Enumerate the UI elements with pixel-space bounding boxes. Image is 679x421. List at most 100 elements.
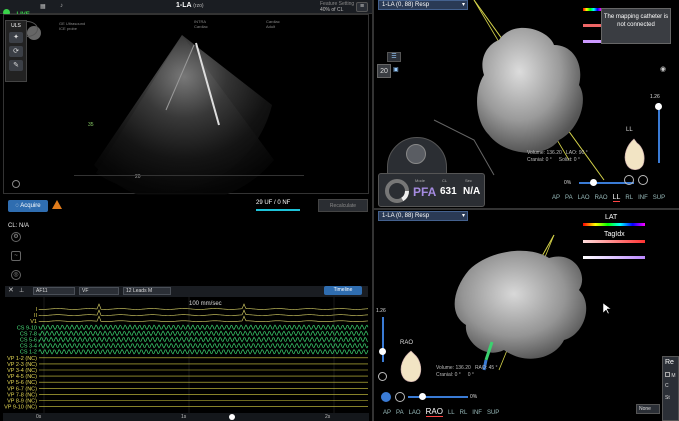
checkbox-icon[interactable] (665, 372, 670, 377)
ecg-panel[interactable]: I II V1 CS 9-10 CS 7-8 CS 5-6 CS 3-4 CS 1-2 VP 1… (3, 297, 369, 413)
reset-icon-top[interactable] (638, 175, 648, 185)
results-m-row[interactable]: M (663, 372, 678, 379)
opacity-slider-thumb[interactable] (590, 179, 597, 186)
solist-value: 0 ° (573, 157, 580, 163)
view-btn-ap-bottom[interactable]: AP (383, 410, 391, 416)
ecg-trace (38, 324, 369, 331)
layers-icon[interactable]: ☰ (387, 52, 401, 62)
zoom-slider-thumb[interactable] (655, 103, 662, 110)
ultrasound-panel[interactable]: GE Ultrasound ICE probe INTRA Cardiac Card… (3, 14, 369, 195)
view-btn-inf-bottom[interactable]: INF (472, 410, 482, 416)
wave-icon[interactable]: ~ (11, 251, 21, 261)
ecg-trace (38, 336, 369, 343)
none-select[interactable]: None (636, 404, 660, 414)
pfa-cl-value: 631 (440, 186, 457, 197)
map-bottom-header[interactable]: 1-LA (0, 88) Resp ▾ (378, 211, 468, 221)
view-btn-ap[interactable]: AP (552, 195, 560, 201)
opacity-pct: 0% (564, 180, 572, 186)
ecg-select-2[interactable]: VF (79, 287, 119, 295)
map-top-stats: Volume: 136.20 LAO: 90 ° Cranial: 0 ° So… (527, 150, 588, 164)
heart-orientation-icon[interactable] (621, 137, 647, 175)
none-select-value: None (639, 406, 651, 412)
ecg-lead-label: VP 7-8 (NC) (7, 392, 37, 398)
opacity-slider-bottom[interactable] (408, 396, 468, 398)
image-info: INTRA Cardiac (194, 19, 208, 29)
time-tick-1: 1s (181, 414, 187, 420)
rotate-icon[interactable]: ⟳ (9, 46, 23, 57)
volume-label-bottom: Volume: (436, 365, 455, 371)
play-icon-bottom[interactable] (381, 392, 391, 402)
ecg-lead-label: VP 2-3 (NC) (7, 362, 37, 368)
zoom-label: 1.26 (650, 94, 660, 100)
tools-icon[interactable]: ✕ (8, 287, 14, 295)
wrench-icon[interactable]: ⊥ (19, 287, 24, 295)
solist-value-bottom: 0 ° (467, 372, 474, 378)
acquire-label: Acquire (20, 203, 41, 209)
window-title: 1-LA (rzo) (176, 2, 204, 9)
timeline-button[interactable]: Timeline (324, 286, 362, 295)
view-btn-lao-bottom[interactable]: LAO (409, 410, 421, 416)
view-btn-rl-bottom[interactable]: RL (460, 410, 468, 416)
zoom-label-bottom: 1.26 (376, 308, 386, 314)
probe-info: GE Ultrasound ICE probe (59, 21, 86, 31)
time-tick-0: 0s (36, 414, 42, 420)
zoom-value-box[interactable]: 20 (377, 64, 391, 78)
lat-colorbar (583, 223, 645, 226)
lat-colorbar-top (583, 8, 601, 11)
map-top-header[interactable]: 1-LA (0, 88) Resp ▾ (378, 0, 468, 10)
view-btn-pa-bottom[interactable]: PA (396, 410, 404, 416)
grid-icon[interactable]: ▦ (40, 3, 46, 10)
warning-icon[interactable] (52, 200, 62, 209)
move-icon[interactable]: ✦ (9, 32, 23, 43)
lat-legend-label: LAT (605, 214, 618, 221)
rao-value: 45 ° (488, 365, 498, 371)
catheter-icon[interactable] (406, 144, 426, 164)
settings-icon[interactable]: ⚙ (11, 232, 21, 242)
rotate-icon-bottom[interactable] (378, 372, 387, 381)
zoom-slider-bottom[interactable] (382, 317, 384, 362)
rotate-icon-top[interactable] (624, 175, 634, 185)
ecg-select-1[interactable]: AF11 (33, 287, 75, 295)
view-btn-ll-bottom[interactable]: LL (448, 410, 455, 416)
zoom-slider[interactable] (658, 103, 660, 163)
feature-info: Feature Setting 40% of CL (320, 1, 355, 13)
eye-icon[interactable] (12, 180, 20, 188)
hamburger-icon[interactable]: ≡ (356, 2, 368, 12)
view-btn-lao[interactable]: LAO (578, 195, 590, 201)
us-label: ULS (11, 23, 21, 29)
recalculate-button[interactable]: Recalculate (318, 199, 368, 212)
pen-icon[interactable]: ✎ (9, 60, 23, 71)
eye-icon-map[interactable]: ◉ (660, 65, 666, 73)
ecg-trace (38, 342, 369, 349)
cranial-label: Cranial: (527, 157, 545, 163)
view-btn-rl[interactable]: RL (625, 195, 633, 201)
view-btn-pa[interactable]: PA (565, 195, 573, 201)
cl-label: CL: N/A (8, 223, 30, 229)
ultrasound-image (27, 26, 274, 195)
view-btn-ll[interactable]: LL (612, 194, 621, 202)
view-btn-sup-bottom[interactable]: SUP (487, 410, 499, 416)
map-bottom-stats: Volume: 136.20 RAO: 45 ° Cranial: 0 ° 0 … (436, 365, 498, 379)
heart-orientation-icon-bottom[interactable] (396, 348, 426, 388)
results-panel[interactable]: Re M C St (662, 356, 679, 421)
view-btn-rao[interactable]: RAO (595, 195, 608, 201)
ecg-select-3[interactable]: 12 Leads M (123, 287, 171, 295)
cranial-label-bottom: Cranial: (436, 372, 454, 378)
tooltip-text: The mapping catheter is not connected (603, 14, 669, 28)
view-btn-inf[interactable]: INF (638, 195, 648, 201)
reset-icon-bottom[interactable] (395, 392, 405, 402)
volume-value-bottom: 136.20 (455, 365, 471, 371)
lock-icon[interactable]: ▣ (393, 66, 399, 73)
view-btn-rao-bottom[interactable]: RAO (425, 407, 443, 417)
ecg-traces: IIIV1CS 9-10CS 7-8CS 5-6CS 3-4CS 1-2VP 1… (4, 297, 369, 413)
time-scrubber[interactable] (229, 414, 235, 420)
view-btn-sup[interactable]: SUP (653, 195, 665, 201)
top-bar: LIVE ▦ ♪ 1-LA (rzo) Feature Setting 40% … (0, 0, 372, 18)
ecg-lead-label: VP 5-6 (NC) (7, 380, 37, 386)
speaker-icon[interactable]: ♪ (60, 3, 63, 9)
app-root: { "topbar": { "live": "LIVE", "title": "… (0, 0, 679, 421)
opacity-thumb-bottom[interactable] (419, 393, 426, 400)
acquire-button[interactable]: ◌ Acquire (8, 200, 48, 212)
zoom-slider-thumb-bottom[interactable] (379, 348, 386, 355)
target-icon[interactable]: ◎ (11, 270, 21, 280)
